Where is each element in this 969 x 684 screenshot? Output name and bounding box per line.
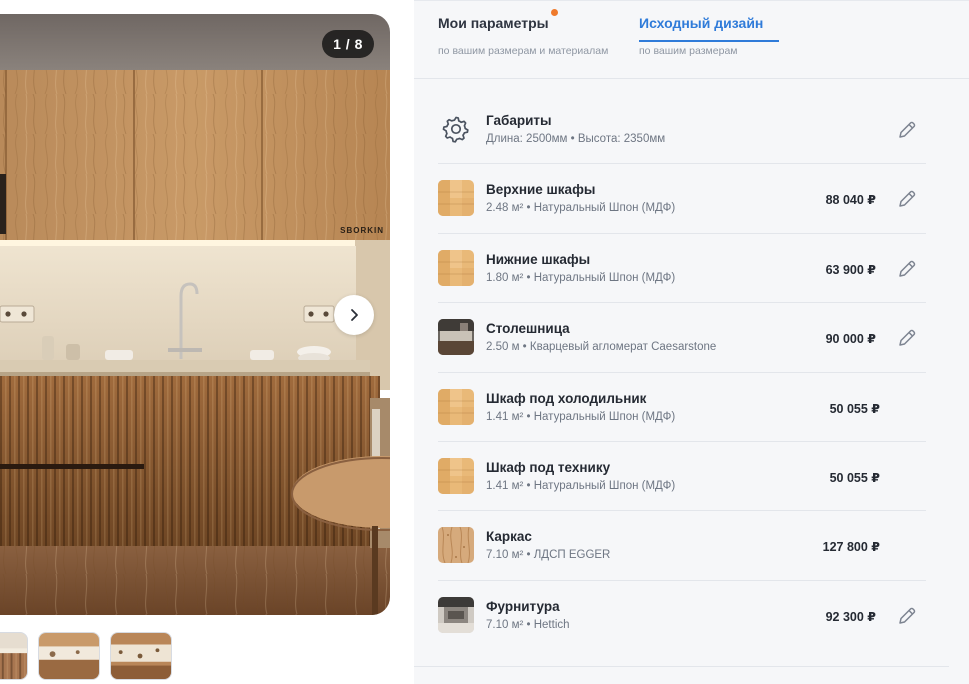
- item-details: 1.41 м² • Натуральный Шпон (МДФ): [486, 479, 676, 492]
- edit-button[interactable]: [896, 258, 918, 280]
- edit-button[interactable]: [896, 188, 918, 210]
- pencil-icon: [899, 191, 916, 208]
- kitchen-photo: [0, 14, 390, 615]
- item-title: Нижние шкафы: [486, 251, 591, 267]
- list-item-upper-cabinets[interactable]: Верхние шкафы 2.48 м² • Натуральный Шпон…: [438, 164, 926, 234]
- gear-icon: [438, 111, 474, 147]
- edit-button[interactable]: [896, 605, 918, 627]
- item-price: 88 040 ₽: [825, 193, 876, 208]
- tab-subtitle: по вашим размерам и материалам: [438, 45, 609, 57]
- panel-divider: [414, 666, 949, 667]
- item-title: Фурнитура: [486, 598, 560, 614]
- gallery-thumbnail[interactable]: [38, 632, 100, 680]
- countertop-photo-icon: [438, 319, 474, 356]
- wood-veneer-swatch-icon: [438, 180, 474, 217]
- edit-button[interactable]: [896, 119, 918, 141]
- item-details: Длина: 2500мм • Высота: 2350мм: [486, 133, 666, 145]
- item-details: 7.10 м² • ЛДСП EGGER: [486, 549, 611, 562]
- item-title: Столешница: [486, 321, 570, 337]
- edit-button[interactable]: [896, 327, 918, 349]
- item-title: Габариты: [486, 113, 552, 128]
- list-item-appliance-cabinet[interactable]: Шкаф под технику 1.41 м² • Натуральный Ш…: [438, 442, 926, 512]
- wood-veneer-swatch-icon: [438, 457, 474, 494]
- list-item-dimensions[interactable]: Габариты Длина: 2500мм • Высота: 2350мм: [438, 95, 926, 165]
- item-title: Шкаф под технику: [486, 459, 611, 475]
- list-item-fridge-cabinet[interactable]: Шкаф под холодильник 1.41 м² • Натуральн…: [438, 373, 926, 442]
- tab-subtitle: по вашим размерам: [639, 45, 738, 57]
- gallery-thumbnail[interactable]: [0, 632, 28, 680]
- item-title: Шкаф под холодильник: [486, 390, 647, 406]
- item-title: Верхние шкафы: [486, 182, 596, 198]
- pencil-icon: [899, 260, 916, 277]
- slide-counter: 1 / 8: [322, 30, 374, 58]
- list-item-hardware[interactable]: Фурнитура 7.10 м² • Hettich 92 300 ₽: [438, 581, 926, 650]
- pencil-icon: [899, 329, 916, 346]
- item-details: 2.48 м² • Натуральный Шпон (МДФ): [486, 202, 676, 215]
- configuration-panel: Мои параметры по вашим размерам и матери…: [414, 0, 969, 684]
- gallery-thumbnail[interactable]: [110, 632, 172, 680]
- item-price: 127 800 ₽: [822, 540, 880, 555]
- hardware-photo-icon: [438, 596, 474, 633]
- list-item-carcass[interactable]: Каркас 7.10 м² • ЛДСП EGGER 127 800 ₽: [438, 511, 926, 581]
- notification-dot: [551, 9, 558, 16]
- design-tabs: Мои параметры по вашим размерам и матери…: [414, 1, 969, 79]
- item-price: 50 055 ₽: [829, 470, 880, 485]
- product-gallery: 1 / 8 SBORKIN: [0, 14, 390, 615]
- item-details: 2.50 м • Кварцевый агломерат Caesarstone: [486, 341, 717, 354]
- tab-label: Исходный дизайн: [639, 15, 764, 31]
- next-slide-button[interactable]: [334, 295, 374, 335]
- item-details: 7.10 м² • Hettich: [486, 618, 570, 631]
- pencil-icon: [899, 607, 916, 624]
- pencil-icon: [899, 121, 916, 138]
- item-price: 63 900 ₽: [825, 262, 876, 277]
- wood-veneer-swatch-icon: [438, 388, 474, 425]
- chevron-right-icon: [351, 309, 358, 321]
- item-title: Каркас: [486, 529, 532, 545]
- tab-my-parameters[interactable]: Мои параметры по вашим размерам и матери…: [438, 1, 628, 79]
- item-price: 90 000 ₽: [825, 332, 876, 347]
- item-details: 1.80 м² • Натуральный Шпон (МДФ): [486, 271, 676, 284]
- active-tab-indicator: [639, 40, 779, 42]
- list-item-lower-cabinets[interactable]: Нижние шкафы 1.80 м² • Натуральный Шпон …: [438, 234, 926, 304]
- item-details: 1.41 м² • Натуральный Шпон (МДФ): [486, 410, 676, 423]
- chipboard-swatch-icon: [438, 527, 474, 564]
- item-price: 92 300 ₽: [825, 609, 876, 624]
- item-price: 50 055 ₽: [829, 401, 880, 416]
- tab-original-design[interactable]: Исходный дизайн по вашим размерам: [639, 1, 779, 79]
- list-item-countertop[interactable]: Столешница 2.50 м • Кварцевый агломерат …: [438, 303, 926, 373]
- brand-watermark: SBORKIN: [340, 226, 384, 235]
- tab-label: Мои параметры: [438, 15, 549, 31]
- wood-veneer-swatch-icon: [438, 249, 474, 286]
- components-list: Габариты Длина: 2500мм • Высота: 2350мм …: [438, 95, 926, 650]
